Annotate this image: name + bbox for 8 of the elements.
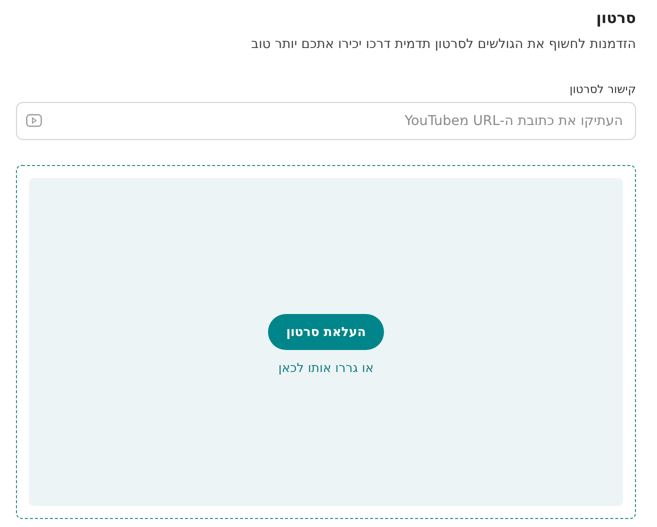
play-icon — [26, 114, 42, 127]
drag-hint: או גררו אותו לכאן — [278, 360, 374, 374]
dropzone[interactable]: העלאת סרטון או גררו אותו לכאן — [16, 165, 636, 519]
section-title: סרטון — [595, 8, 636, 28]
section-description: הזדמנות לחשוף את הגולשים לסרטון תדמית דרכו יכירו אתכם יותר טוב — [250, 36, 636, 54]
video-url-field[interactable]: העתיקו את כתובת ה-URL מYouTube — [16, 102, 636, 140]
field-label: קישור לסרטון — [570, 82, 636, 96]
upload-button[interactable]: העלאת סרטון — [268, 314, 384, 350]
